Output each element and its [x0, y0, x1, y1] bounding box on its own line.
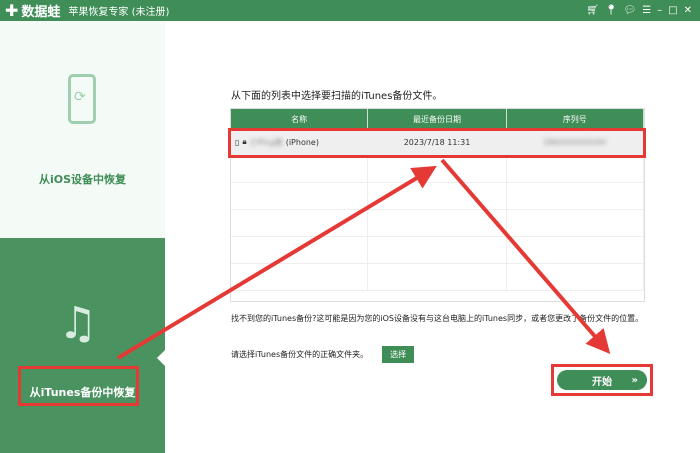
close-icon[interactable]: ✕	[684, 5, 692, 16]
choose-prompt: 请选择iTunes备份文件的正确文件夹。	[231, 350, 369, 359]
sidebar-item-itunes-backup[interactable]: ♫ 从iTunes备份中恢复	[0, 238, 165, 453]
instruction-text: 从下面的列表中选择要扫描的iTunes备份文件。	[231, 91, 443, 102]
sidebar-item-ios-device[interactable]: ⟳ 从iOS设备中恢复	[0, 21, 165, 238]
app-title: 苹果恢复专家 (未注册)	[68, 7, 170, 18]
highlight-box-start	[551, 364, 653, 396]
cart-icon[interactable]: 🛒︎	[586, 5, 599, 16]
menu-icon[interactable]: ☰	[642, 5, 651, 16]
highlight-box-sidebar	[18, 366, 139, 406]
pin-icon[interactable]: 📍︎	[605, 5, 618, 16]
phone-sync-icon: ⟳	[68, 74, 96, 124]
music-note-icon: ♫	[58, 298, 98, 349]
choose-folder-button[interactable]: 选择	[382, 346, 415, 363]
column-header-name[interactable]: 名称	[231, 109, 369, 129]
column-header-serial[interactable]: 序列号	[507, 109, 644, 129]
hint-text: 找不到您的iTunes备份?这可能是因为您的iOS设备没有与这台电脑上的iTun…	[231, 314, 644, 323]
column-header-date[interactable]: 最近备份日期	[368, 109, 507, 129]
highlight-box-row	[228, 128, 646, 158]
sidebar-item-label: 从iOS设备中恢复	[38, 173, 127, 186]
title-bar: ✚ 数据蛙 苹果恢复专家 (未注册) 🛒︎ 📍︎ 💬︎ ☰ – □ ✕	[0, 0, 700, 21]
table-header: 名称 最近备份日期 序列号	[231, 109, 644, 129]
plus-logo-icon: ✚	[5, 1, 19, 20]
app-logo: ✚ 数据蛙	[5, 1, 60, 20]
maximize-icon[interactable]: □	[668, 5, 677, 16]
chat-icon[interactable]: 💬︎	[623, 5, 636, 16]
minimize-icon[interactable]: –	[657, 5, 662, 16]
brand-name: 数据蛙	[21, 5, 61, 20]
